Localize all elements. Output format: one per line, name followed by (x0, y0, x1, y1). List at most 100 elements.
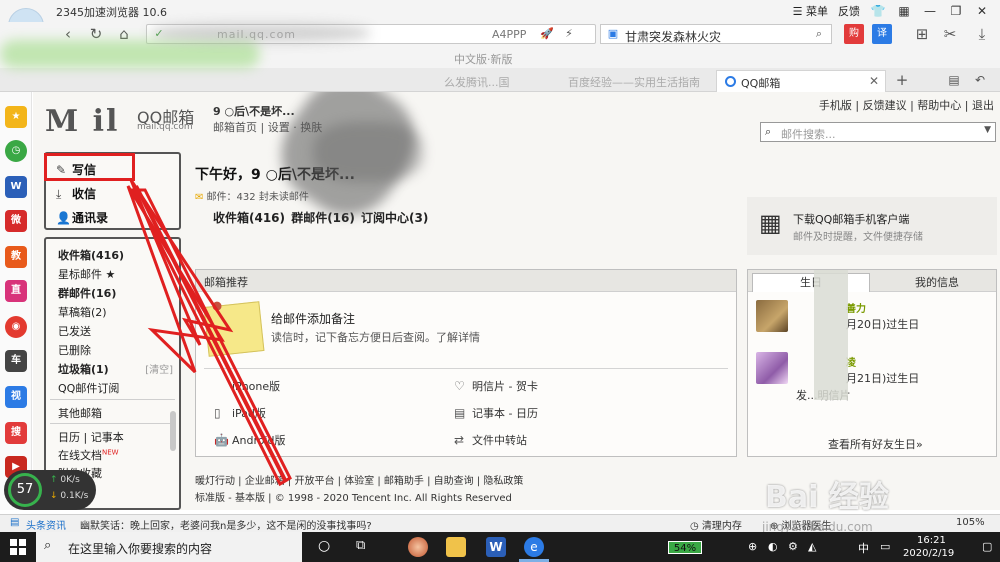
maximize-button[interactable]: ❐ (948, 4, 964, 18)
volume-icon[interactable]: ◐ (768, 540, 778, 553)
recommend-panel: 邮箱推荐 给邮件添加备注 读信时，记下备忘方便日后查阅。了解详情 iPhone版… (195, 269, 737, 457)
friend-avatar[interactable] (756, 300, 788, 332)
undo-close-icon[interactable]: ↶ (970, 70, 990, 90)
taskbar-search-input[interactable]: ⌕ 在这里输入你要搜索的内容 (36, 532, 302, 562)
quick-links[interactable]: 收件箱(416) 群邮件(16) 订阅中心(3) (213, 209, 428, 226)
tab-birthday[interactable]: 生日 (752, 273, 870, 292)
contacts-button[interactable]: 👤通讯录 (56, 209, 108, 226)
history-clock-icon[interactable]: ◷ (5, 140, 27, 162)
tab-qqmail[interactable]: QQ邮箱 ✕ (716, 70, 886, 92)
mobile-client-promo[interactable]: ▦ 下载QQ邮箱手机客户端 邮件及时提醒，文件便捷存储 (747, 197, 997, 255)
zoom-level[interactable]: 105% (956, 517, 985, 528)
menu-button[interactable]: ☰ 菜单 (793, 3, 828, 19)
folder-inbox[interactable]: 收件箱(416) (58, 247, 124, 263)
shopping-icon[interactable]: 购 (844, 24, 864, 44)
chevron-down-icon[interactable]: ▼ (984, 125, 991, 135)
folder-spam[interactable]: 垃圾箱(1) (58, 361, 109, 377)
other-mailbox-link[interactable]: 其他邮箱 (58, 405, 102, 421)
browser-search-bar[interactable]: ▣ 甘肃突发森林火灾 ⌕ (600, 24, 832, 44)
wifi-icon[interactable]: ◭ (808, 540, 816, 553)
news-ticker[interactable]: 幽默笑话：晚上回家，老婆问我n是多少，这不是闲的没事找事吗? (80, 517, 372, 532)
clock-time[interactable]: 16:21 (917, 535, 946, 546)
mail-search-input[interactable]: ⌕ 邮件搜索... ▼ (760, 122, 996, 142)
feedback-button[interactable]: 反馈 (838, 3, 860, 19)
translate-icon[interactable]: 译 (872, 24, 892, 44)
weibo-icon[interactable]: 微 (5, 210, 27, 232)
rocket-icon[interactable]: 🚀 (537, 24, 557, 44)
panel-tabs: 生日 我的信息 (748, 270, 996, 292)
folder-starred[interactable]: 星标邮件 ★ (58, 266, 115, 282)
grid-icon[interactable]: ▦ (896, 4, 912, 18)
minimize-button[interactable]: — (922, 4, 938, 18)
all-birthdays-link[interactable]: 查看所有好友生日» (828, 436, 923, 452)
windows-start-icon[interactable] (10, 539, 26, 555)
recommend-description[interactable]: 读信时，记下备忘方便日后查阅。了解详情 (271, 329, 480, 345)
lightning-icon[interactable]: ⚡ (559, 24, 579, 44)
folder-group[interactable]: 群邮件(16) (58, 285, 116, 301)
recommend-title[interactable]: 给邮件添加备注 (271, 310, 355, 327)
performance-widget[interactable]: 57 ↑ 0K/s ↓ 0.1K/s (4, 470, 96, 510)
friend-avatar[interactable] (756, 352, 788, 384)
search-engine-icon[interactable]: ▣ (603, 24, 623, 44)
car-news-icon[interactable]: 车 (5, 350, 27, 372)
close-tab-icon[interactable]: ✕ (869, 74, 879, 88)
postcard-link[interactable]: ♡ 明信片 - 贺卡 (454, 378, 538, 394)
browser-icon[interactable]: e (524, 537, 544, 557)
file-transfer-link[interactable]: ⇄ 文件中转站 (454, 432, 527, 448)
folder-deleted[interactable]: 已删除 (58, 342, 91, 358)
notification-icon[interactable]: ▢ (982, 540, 992, 553)
clean-memory-button[interactable]: ◷ 清理内存 (690, 517, 742, 532)
footer-links[interactable]: 暖灯行动 | 企业邮箱 | 开放平台 | 体验室 | 邮箱助手 | 自助查询 |… (195, 472, 523, 487)
scissors-icon[interactable]: ✂ (940, 24, 960, 44)
network-icon[interactable]: ⊕ (748, 540, 757, 553)
education-icon[interactable]: 教 (5, 246, 27, 268)
word-icon[interactable]: W (486, 537, 506, 557)
ime-indicator[interactable]: 中 (858, 540, 869, 556)
iphone-link[interactable]: iPhone版 (214, 378, 280, 394)
search-icon[interactable]: ⌕ (809, 24, 829, 44)
cortana-icon[interactable]: ○ (318, 538, 330, 554)
apps-icon[interactable]: ⊞ (912, 24, 932, 44)
spam-clear-link[interactable]: [清空] (145, 361, 173, 376)
favorites-star-icon[interactable]: ★ (5, 106, 27, 128)
windows-taskbar: ⌕ 在这里输入你要搜索的内容 ○ ⧉ W e 54% ⊕ ◐ ⚙ ◭ 中 ▭ 1… (0, 532, 1000, 562)
file-explorer-icon[interactable] (446, 537, 466, 557)
word-doc-icon[interactable]: W (5, 176, 27, 198)
folder-subscription[interactable]: QQ邮件订阅 (58, 380, 119, 396)
tab-my-info[interactable]: 我的信息 (878, 274, 996, 290)
qqmail-logo[interactable]: M il (45, 104, 119, 139)
keyboard-icon[interactable]: ▭ (880, 540, 890, 553)
unread-count: ✉ 邮件：432 封未读邮件 (195, 192, 309, 203)
folder-scrollbar[interactable] (170, 411, 176, 451)
download-icon[interactable]: ⤓ (972, 24, 992, 44)
utility-links[interactable]: 手机版 | 反馈建议 | 帮助中心 | 退出 (819, 97, 994, 113)
video-icon[interactable]: 视 (5, 386, 27, 408)
battery-indicator[interactable]: 54% (668, 541, 702, 554)
new-tab-icon[interactable]: + (892, 70, 912, 90)
tab-item[interactable]: 百度经验——实用生活指南 (560, 70, 708, 92)
folder-sent[interactable]: 已发送 (58, 323, 91, 339)
task-view-icon[interactable]: ⧉ (356, 538, 365, 553)
calendar-note-links[interactable]: 日历 | 记事本 (58, 429, 124, 445)
tab-item[interactable]: 么发腾讯...国 (436, 70, 518, 92)
search-placeholder: 邮件搜索... (781, 128, 836, 141)
app-icon[interactable] (408, 537, 428, 557)
friend-name[interactable]: 善力 (846, 300, 866, 315)
notebook-link[interactable]: ▤ 记事本 - 日历 (454, 405, 538, 421)
online-docs-link[interactable]: 在线文档NEW (58, 447, 119, 463)
sohu-icon[interactable]: 搜 (5, 422, 27, 444)
settings-icon[interactable]: ⚙ (788, 540, 798, 553)
ipad-link[interactable]: ▯ iPad版 (214, 405, 266, 421)
tab-list-icon[interactable]: ▤ (944, 70, 964, 90)
bookmark-item[interactable]: 中文版·新版 (454, 51, 513, 67)
android-icon: 🤖 (214, 433, 229, 447)
news-icon[interactable]: ◉ (5, 316, 27, 338)
live-icon[interactable]: 直 (5, 280, 27, 302)
receive-button[interactable]: ⤓ 收信 (56, 185, 96, 202)
folder-drafts[interactable]: 草稿箱(2) (58, 304, 107, 320)
skin-icon[interactable]: 👕 (870, 4, 886, 18)
android-link[interactable]: 🤖 Android版 (214, 432, 286, 448)
close-window-button[interactable]: ✕ (974, 4, 990, 18)
news-label[interactable]: 头条资讯 (26, 517, 66, 532)
clock-date[interactable]: 2020/2/19 (903, 548, 954, 559)
